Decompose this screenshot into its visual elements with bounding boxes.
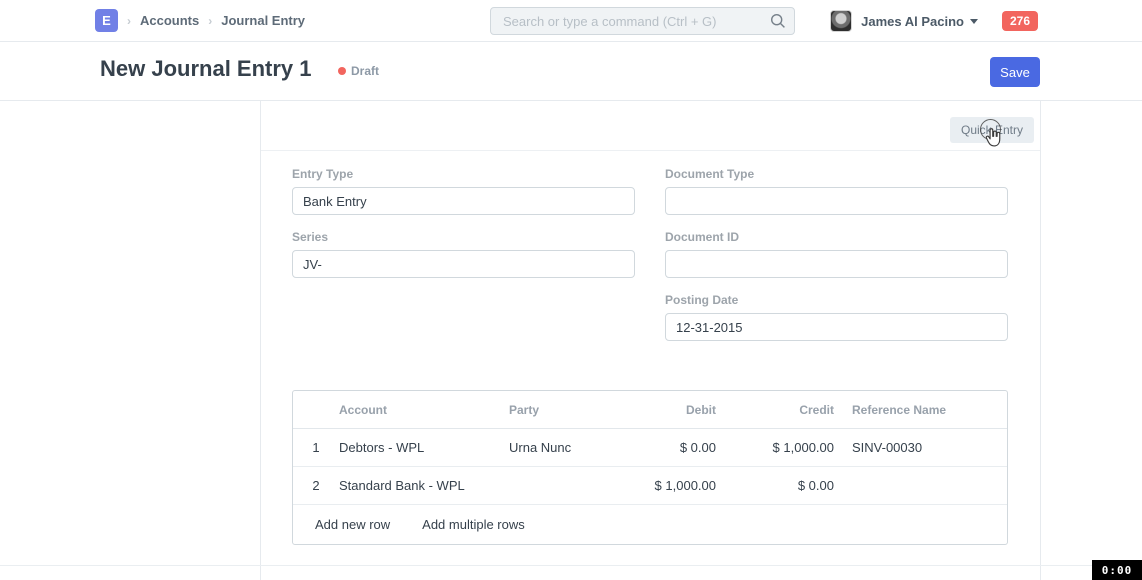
grid-header-row: Account Party Debit Credit Reference Nam… [293,391,1007,429]
chevron-down-icon [970,19,978,24]
layout-divider-right [1040,101,1041,580]
form-section: Entry Type Series Document Type Document… [292,167,1008,356]
breadcrumb: E › Accounts › Journal Entry [95,9,305,32]
field-series: Series [292,230,635,278]
grid-header-debit: Debit [634,403,724,417]
row-credit[interactable]: $ 1,000.00 [724,440,842,455]
status-dot-icon [338,67,346,75]
grid-footer: Add new row Add multiple rows [293,505,1007,544]
posting-date-label: Posting Date [665,293,1008,307]
search-input[interactable] [490,7,795,35]
document-id-input[interactable] [665,250,1008,278]
row-credit[interactable]: $ 0.00 [724,478,842,493]
layout-divider-left [260,101,261,580]
document-id-label: Document ID [665,230,1008,244]
toolbar-divider [261,150,1040,151]
series-input[interactable] [292,250,635,278]
user-avatar[interactable] [830,10,852,32]
section-divider [0,565,1142,566]
accounts-grid: Account Party Debit Credit Reference Nam… [292,390,1008,545]
entry-type-label: Entry Type [292,167,635,181]
add-multiple-rows-button[interactable]: Add multiple rows [422,517,525,532]
field-document-id: Document ID [665,230,1008,278]
row-debit[interactable]: $ 0.00 [634,440,724,455]
row-reference-name[interactable]: SINV-00030 [842,440,1007,455]
grid-header-party: Party [509,403,634,417]
navbar-user-area: James Al Pacino 276 [830,0,1038,42]
page-head: New Journal Entry 1 Draft Save [0,42,1142,101]
navbar: E › Accounts › Journal Entry James Al Pa… [0,0,1142,42]
entry-type-input[interactable] [292,187,635,215]
user-menu[interactable]: James Al Pacino [861,14,964,29]
row-party[interactable]: Urna Nunc [509,440,634,455]
save-button[interactable]: Save [990,57,1040,87]
table-row[interactable]: 1 Debtors - WPL Urna Nunc $ 0.00 $ 1,000… [293,429,1007,467]
search-icon [770,13,786,34]
grid-header-reference-name: Reference Name [842,403,1007,417]
form-column-left: Entry Type Series [292,167,635,356]
add-new-row-button[interactable]: Add new row [315,517,390,532]
app-window: E › Accounts › Journal Entry James Al Pa… [0,0,1142,580]
breadcrumb-accounts[interactable]: Accounts [140,13,199,28]
global-search [490,7,795,35]
app-logo[interactable]: E [95,9,118,32]
status-indicator: Draft [338,64,379,78]
table-row[interactable]: 2 Standard Bank - WPL $ 1,000.00 $ 0.00 [293,467,1007,505]
row-index: 2 [293,478,339,493]
cursor-pointer-icon [983,127,1003,149]
form-column-right: Document Type Document ID Posting Date [665,167,1008,356]
row-account[interactable]: Debtors - WPL [339,440,509,455]
chevron-right-icon: › [127,14,131,28]
status-badge: Draft [351,64,379,78]
notification-count-badge[interactable]: 276 [1002,11,1038,31]
document-type-input[interactable] [665,187,1008,215]
document-type-label: Document Type [665,167,1008,181]
breadcrumb-journal-entry[interactable]: Journal Entry [221,13,305,28]
screencast-timer: 0:00 [1092,560,1142,580]
field-document-type: Document Type [665,167,1008,215]
series-label: Series [292,230,635,244]
chevron-right-icon: › [208,14,212,28]
grid-header-account: Account [339,403,509,417]
field-posting-date: Posting Date [665,293,1008,341]
page-title: New Journal Entry 1 [100,56,312,82]
grid-header-credit: Credit [724,403,842,417]
row-account[interactable]: Standard Bank - WPL [339,478,509,493]
field-entry-type: Entry Type [292,167,635,215]
row-debit[interactable]: $ 1,000.00 [634,478,724,493]
row-index: 1 [293,440,339,455]
posting-date-input[interactable] [665,313,1008,341]
